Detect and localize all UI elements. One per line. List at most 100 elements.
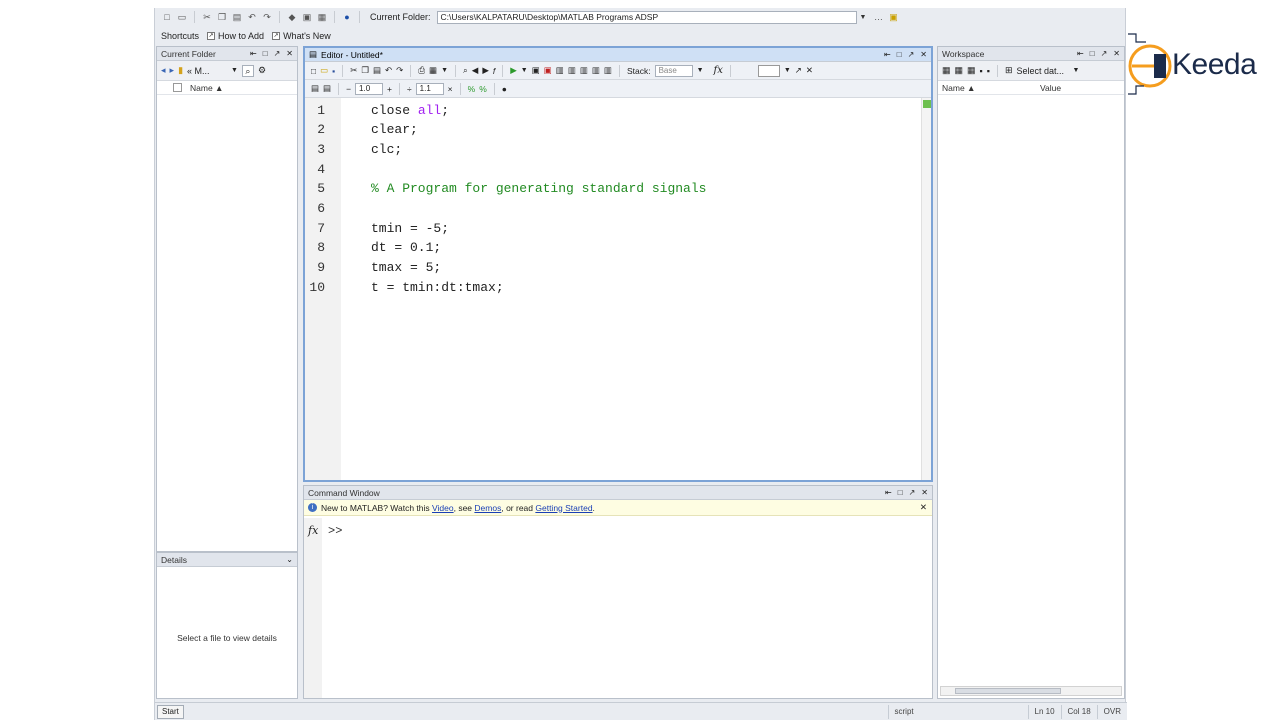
copy-icon[interactable]: ❐ (216, 11, 228, 23)
chevron-down-icon[interactable]: ▼ (784, 67, 791, 74)
forward-arrow-icon[interactable]: ▶ (482, 65, 489, 76)
getting-started-link[interactable]: Getting Started (535, 503, 592, 513)
code-line[interactable]: 4 (305, 159, 905, 179)
select-data-dropdown[interactable]: Select dat... (1017, 66, 1069, 76)
code-editor[interactable]: 1 close all; 2 clear; 3 clc; 4 5 % A Program for… (305, 98, 931, 480)
close-icon[interactable]: ✕ (921, 488, 928, 497)
exit-debug-icon[interactable]: ▥ (604, 65, 612, 76)
undock-icon[interactable]: ↗ (909, 488, 916, 497)
code-line[interactable]: 3 clc; (305, 139, 905, 159)
checkbox[interactable] (173, 83, 182, 92)
code-line[interactable]: 9 tmax = 5; (305, 258, 905, 278)
pin-icon[interactable]: ⇤ (1077, 49, 1084, 58)
start-button[interactable]: Start (157, 704, 184, 719)
maximize-icon[interactable]: □ (1090, 49, 1095, 58)
folder-path-dropdown[interactable]: « M... (187, 66, 227, 76)
print-icon[interactable]: ▪ (987, 66, 990, 76)
increment-button[interactable]: + (387, 84, 392, 94)
code-line[interactable]: 5 % A Program for generating standard sig… (305, 179, 905, 199)
code-line[interactable]: 6 (305, 199, 905, 219)
back-arrow-icon[interactable]: ◀ (472, 65, 479, 76)
whats-new-item[interactable]: ↗ What's New (272, 31, 331, 41)
multiply-button[interactable]: × (448, 84, 453, 94)
gear-icon[interactable]: ⚙ (258, 65, 266, 76)
open-folder-icon[interactable]: ▭ (320, 65, 328, 76)
pin-icon[interactable]: ⇤ (884, 50, 891, 59)
save-icon[interactable]: ▪ (332, 66, 335, 76)
column-value-header[interactable]: Value (1040, 83, 1061, 93)
redo-icon[interactable]: ↷ (396, 65, 403, 76)
step-out-icon[interactable]: ▥ (580, 65, 588, 76)
save-workspace-icon[interactable]: ▪ (980, 66, 983, 76)
chevron-down-icon[interactable]: ▼ (521, 67, 528, 74)
demos-link[interactable]: Demos (474, 503, 501, 513)
close-icon[interactable]: ✕ (920, 502, 932, 513)
help-icon[interactable]: ● (502, 84, 507, 94)
step-in-icon[interactable]: ▥ (568, 65, 576, 76)
code-line[interactable]: 7 tmin = -5; (305, 218, 905, 238)
guide-icon[interactable]: ▣ (301, 11, 313, 23)
forward-icon[interactable]: ▸ (170, 65, 175, 76)
current-folder-path-input[interactable]: C:\Users\KALPATARU\Desktop\MATLAB Progra… (436, 10, 857, 24)
redo-icon[interactable]: ↷ (261, 11, 273, 23)
profiler-icon[interactable]: ▦ (316, 11, 328, 23)
vertical-scrollbar[interactable] (921, 98, 931, 480)
pin-icon[interactable]: ⇤ (250, 49, 257, 58)
function-browser-icon[interactable]: f (493, 66, 495, 76)
undock-icon[interactable]: ↗ (274, 49, 281, 58)
browse-folder-icon[interactable]: … (873, 11, 885, 23)
stack-dropdown[interactable]: Base (654, 64, 693, 77)
cut-icon[interactable]: ✂ (350, 65, 357, 76)
chevron-down-icon[interactable]: ▼ (860, 14, 870, 21)
chevron-down-icon[interactable]: ▼ (231, 67, 238, 74)
chevron-down-icon[interactable]: ▼ (697, 67, 704, 74)
copy-icon[interactable]: ❐ (361, 65, 369, 76)
close-icon[interactable]: ✕ (1113, 49, 1120, 58)
new-file-icon[interactable]: □ (311, 66, 316, 76)
divide-button[interactable]: ÷ (407, 84, 412, 94)
scrollbar-thumb[interactable] (955, 688, 1061, 694)
code-line[interactable]: 2 clear; (305, 120, 905, 140)
plot-icon[interactable]: ⊞ (1005, 65, 1013, 76)
search-icon[interactable]: ⌕ (241, 64, 254, 77)
code-line[interactable]: 1 close all; (305, 100, 905, 120)
open-folder-icon[interactable]: ▭ (176, 11, 188, 23)
open-variable-icon[interactable]: ▦ (955, 65, 964, 76)
eval-cell-icon[interactable]: ▤ (323, 83, 331, 94)
maximize-icon[interactable]: □ (898, 488, 903, 497)
chevron-down-icon[interactable]: ⌄ (286, 555, 293, 564)
layout-dropdown-icon[interactable] (757, 64, 780, 77)
undock-icon[interactable]: ↗ (1101, 49, 1108, 58)
cell-mode-icon[interactable]: % (479, 84, 487, 94)
publish-icon[interactable]: ▦ (429, 65, 437, 76)
paste-icon[interactable]: ▤ (231, 11, 243, 23)
fx-icon[interactable]: fx (308, 524, 318, 537)
cut-icon[interactable]: ✂ (201, 11, 213, 23)
run-icon[interactable]: ▶ (510, 65, 517, 76)
new-variable-icon[interactable]: ▦ (942, 65, 951, 76)
continue-icon[interactable]: ▥ (592, 65, 600, 76)
cell-divisor-input[interactable]: 1.1 (415, 82, 444, 95)
simulink-icon[interactable]: ◆ (286, 11, 298, 23)
step-icon[interactable]: ▥ (556, 65, 564, 76)
maximize-icon[interactable]: □ (897, 50, 902, 59)
cell-mode-icon[interactable]: % (468, 84, 476, 94)
insert-cell-icon[interactable]: ▤ (311, 83, 319, 94)
horizontal-scrollbar[interactable] (940, 686, 1122, 696)
column-name-header[interactable]: Name ▲ (942, 83, 1040, 93)
maximize-icon[interactable]: □ (263, 49, 268, 58)
breakpoint-icon[interactable]: ▣ (532, 65, 540, 76)
clear-breakpoints-icon[interactable]: ▣ (544, 65, 552, 76)
close-icon[interactable]: ✕ (806, 65, 813, 76)
back-icon[interactable]: ◂ (161, 65, 166, 76)
code-line[interactable]: 8 dt = 0.1; (305, 238, 905, 258)
paste-icon[interactable]: ▤ (373, 65, 381, 76)
close-icon[interactable]: ✕ (286, 49, 293, 58)
new-file-icon[interactable]: □ (161, 11, 173, 23)
chevron-down-icon[interactable]: ▼ (1073, 67, 1080, 74)
import-data-icon[interactable]: ▦ (967, 65, 976, 76)
undock-icon[interactable]: ↗ (795, 65, 802, 76)
up-folder-icon[interactable]: ▣ (888, 11, 900, 23)
undo-icon[interactable]: ↶ (246, 11, 258, 23)
column-name-header[interactable]: Name ▲ (190, 83, 223, 93)
